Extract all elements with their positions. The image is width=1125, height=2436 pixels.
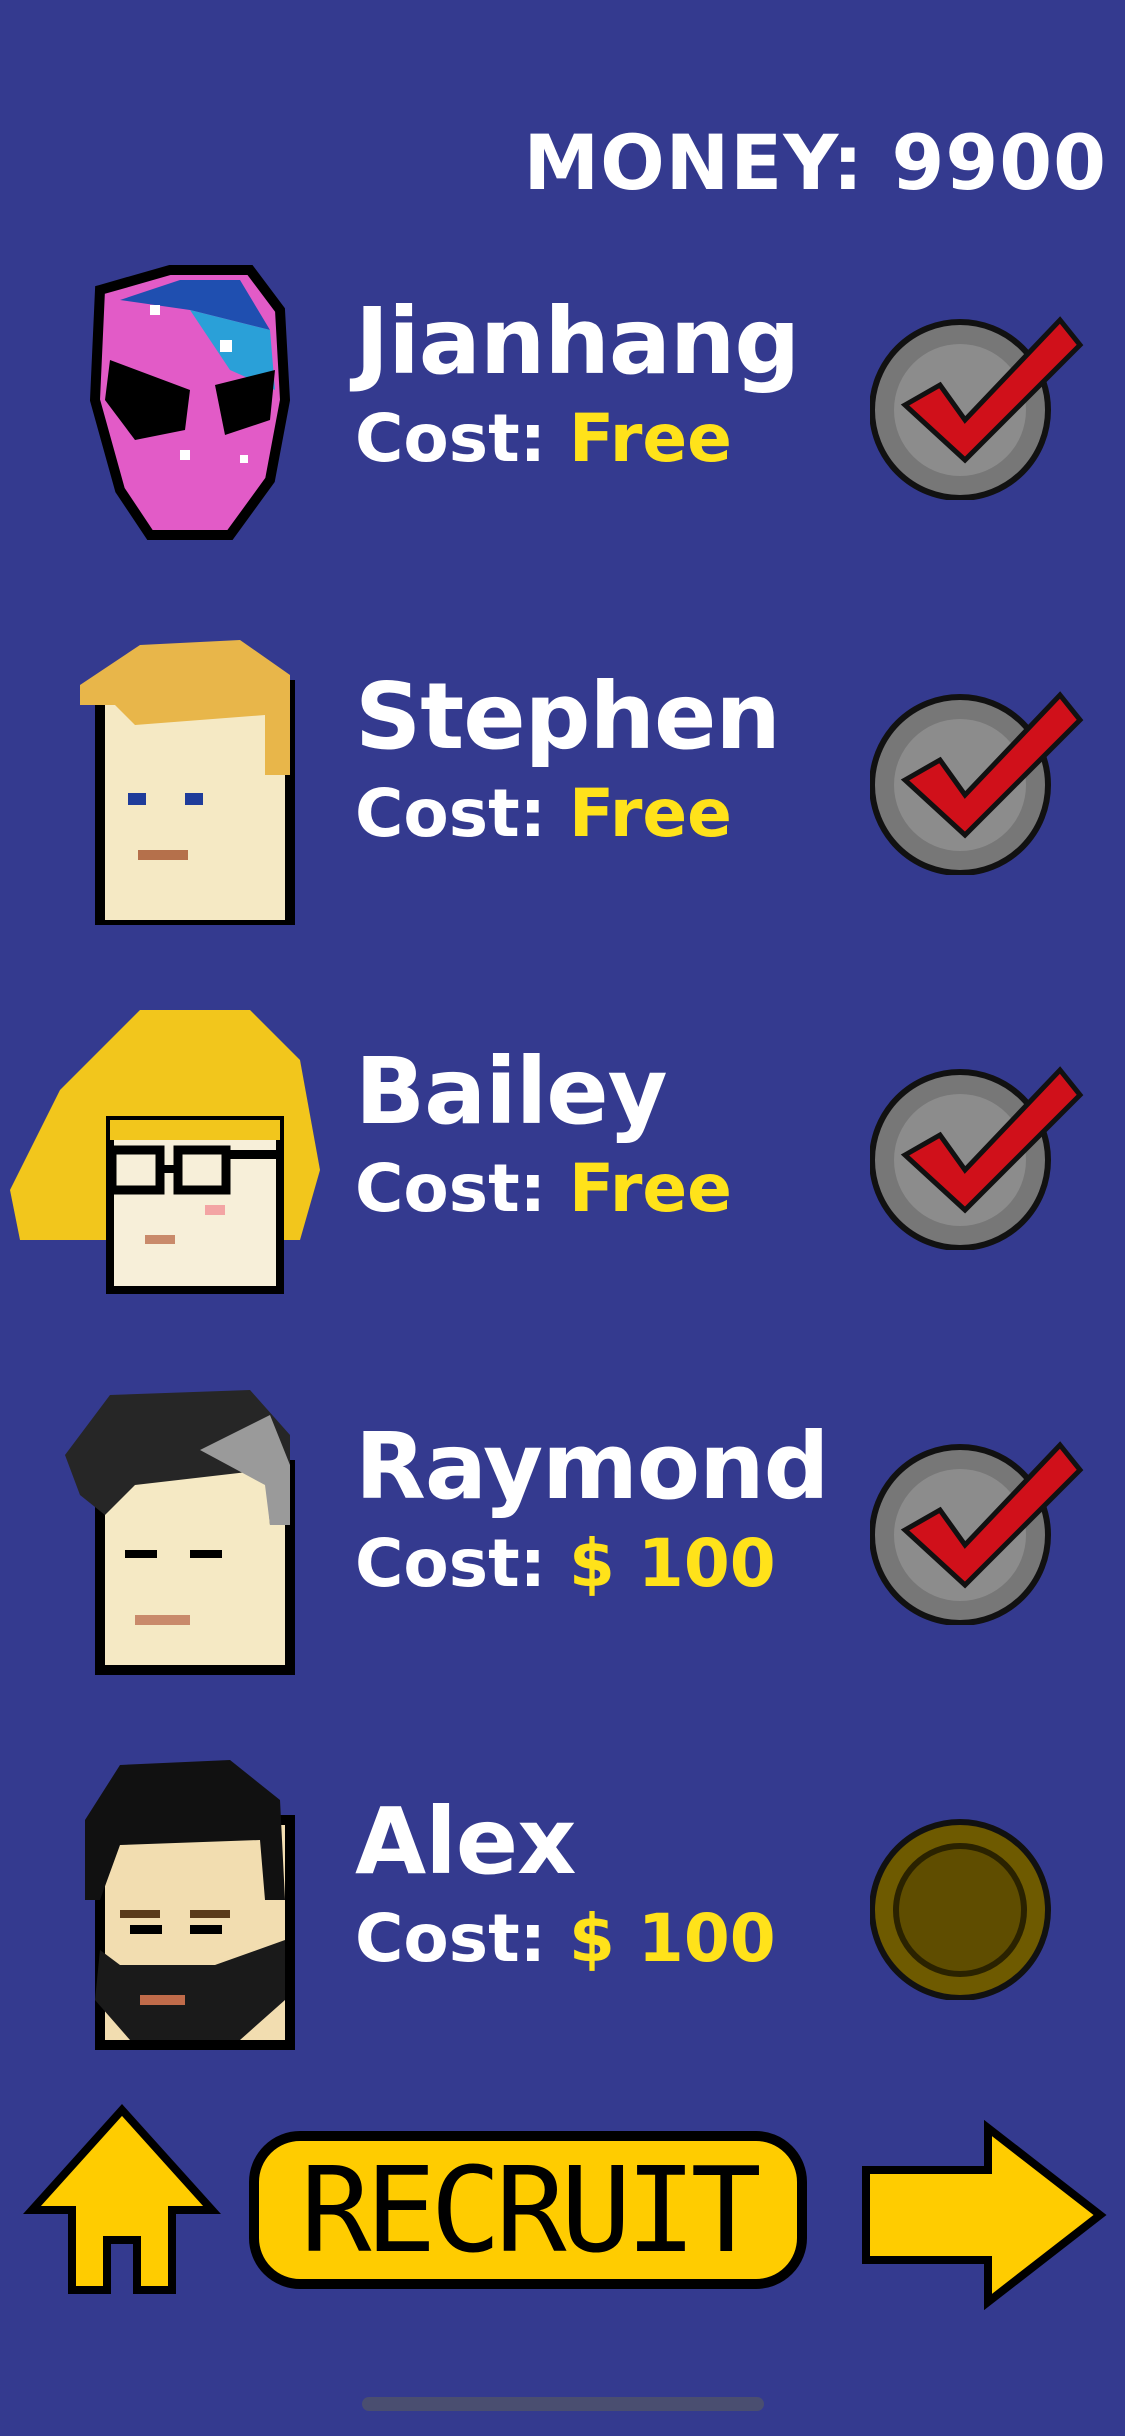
character-row-jianhang[interactable]: Jianhang Cost: Free [0, 250, 1125, 550]
character-name: Raymond [355, 1413, 829, 1520]
bottom-controls: RECRUIT [0, 2090, 1125, 2340]
recruited-checkmark-icon[interactable] [870, 310, 1090, 500]
unrecruited-coin-icon[interactable] [870, 1810, 1090, 2000]
home-indicator-bar[interactable] [362, 2397, 764, 2411]
recruit-button-label: RECRUIT [300, 2141, 761, 2279]
character-name: Stephen [355, 663, 781, 770]
right-arrow-icon[interactable] [858, 2120, 1108, 2310]
character-cost: Cost: $ 100 [355, 1900, 776, 1977]
alien-mask-icon [40, 250, 340, 550]
character-cost: Cost: Free [355, 400, 732, 477]
recruited-checkmark-icon[interactable] [870, 1060, 1090, 1250]
recruited-checkmark-icon[interactable] [870, 1435, 1090, 1625]
character-name: Jianhang [355, 288, 800, 395]
recruit-button[interactable]: RECRUIT [248, 2130, 808, 2290]
blond-man-icon [40, 625, 340, 925]
character-row-raymond[interactable]: Raymond Cost: $ 100 [0, 1375, 1125, 1675]
character-name: Alex [355, 1788, 576, 1895]
home-arrow-icon[interactable] [22, 2100, 222, 2300]
money-display: MONEY: 9900 [523, 118, 1107, 207]
character-row-stephen[interactable]: Stephen Cost: Free [0, 625, 1125, 925]
bearded-man-icon [40, 1750, 340, 2050]
recruited-checkmark-icon[interactable] [870, 685, 1090, 875]
glasses-woman-icon [0, 1000, 330, 1300]
character-name: Bailey [355, 1038, 668, 1145]
character-row-bailey[interactable]: Bailey Cost: Free [0, 1000, 1125, 1300]
character-row-alex[interactable]: Alex Cost: $ 100 [0, 1750, 1125, 2050]
character-cost: Cost: Free [355, 1150, 732, 1227]
character-cost: Cost: Free [355, 775, 732, 852]
character-cost: Cost: $ 100 [355, 1525, 776, 1602]
grey-streak-man-icon [40, 1375, 340, 1675]
